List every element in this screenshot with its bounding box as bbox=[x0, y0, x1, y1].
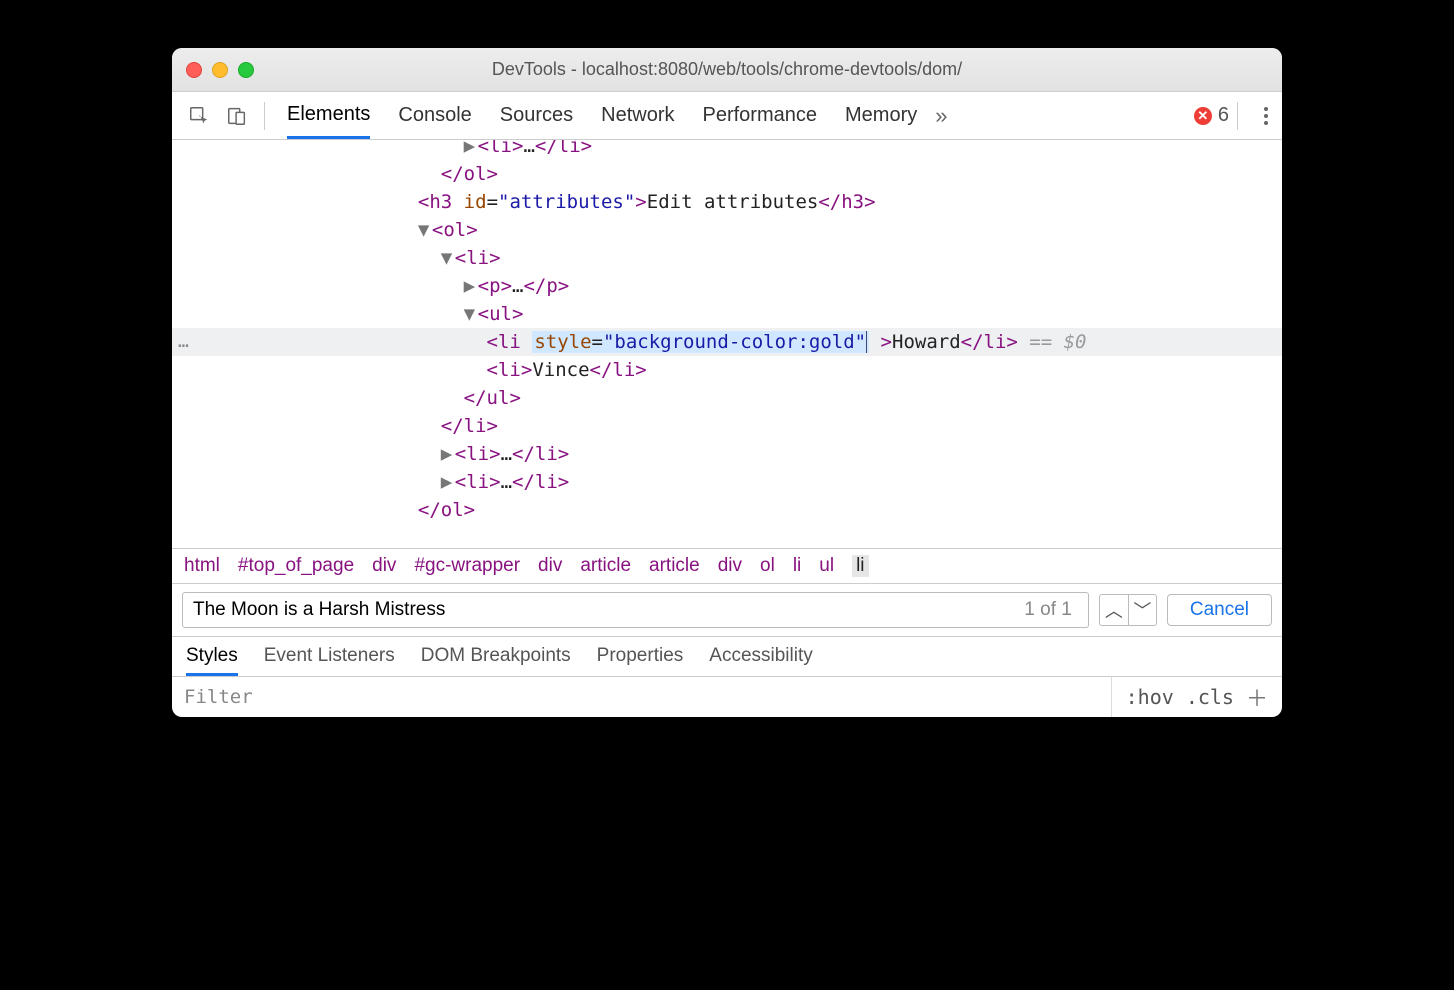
dom-node-selected[interactable]: … <li style="background-color:gold" >How… bbox=[172, 328, 1282, 356]
dom-node[interactable]: </ol> bbox=[172, 160, 1282, 188]
toolbar-separator bbox=[1237, 102, 1238, 130]
subtab-event-listeners[interactable]: Event Listeners bbox=[264, 645, 395, 676]
subtab-accessibility[interactable]: Accessibility bbox=[709, 645, 812, 676]
window-title: DevTools - localhost:8080/web/tools/chro… bbox=[172, 59, 1282, 80]
dom-node[interactable]: <h3 id="attributes">Edit attributes</h3> bbox=[172, 188, 1282, 216]
dom-node[interactable]: </li> bbox=[172, 412, 1282, 440]
cls-toggle[interactable]: .cls bbox=[1186, 685, 1234, 709]
breadcrumb-item[interactable]: #top_of_page bbox=[238, 555, 354, 577]
find-bar: 1 of 1 ︿ ﹀ Cancel bbox=[172, 583, 1282, 636]
dom-node[interactable]: </ol> bbox=[172, 496, 1282, 524]
tab-elements[interactable]: Elements bbox=[287, 92, 370, 139]
breadcrumb-item[interactable]: article bbox=[580, 555, 631, 577]
breadcrumb-item[interactable]: article bbox=[649, 555, 700, 577]
dom-node[interactable]: ▶<li>…</li> bbox=[172, 140, 1282, 160]
error-indicator[interactable]: ✕ 6 bbox=[1194, 104, 1229, 127]
tab-performance[interactable]: Performance bbox=[703, 92, 818, 139]
tab-memory[interactable]: Memory bbox=[845, 92, 917, 139]
toolbar-separator bbox=[264, 102, 265, 130]
dom-node[interactable]: ▶<p>…</p> bbox=[172, 272, 1282, 300]
styles-toolbar: Filter :hov .cls ＋ bbox=[172, 676, 1282, 717]
search-input[interactable] bbox=[193, 599, 1024, 621]
dom-node[interactable]: </ul> bbox=[172, 384, 1282, 412]
error-icon: ✕ bbox=[1194, 107, 1212, 125]
breadcrumb-item[interactable]: div bbox=[718, 555, 742, 577]
breadcrumb-item[interactable]: div bbox=[372, 555, 396, 577]
cancel-button[interactable]: Cancel bbox=[1167, 594, 1272, 626]
subtab-properties[interactable]: Properties bbox=[597, 645, 684, 676]
error-count: 6 bbox=[1218, 104, 1229, 127]
dom-node[interactable]: ▶<li>…</li> bbox=[172, 440, 1282, 468]
breadcrumb-item[interactable]: ul bbox=[819, 555, 834, 577]
breadcrumb-item[interactable]: div bbox=[538, 555, 562, 577]
dom-node[interactable]: ▼<ul> bbox=[172, 300, 1282, 328]
styles-subtabs: Styles Event Listeners DOM Breakpoints Prop… bbox=[172, 636, 1282, 676]
search-nav: ︿ ﹀ bbox=[1099, 594, 1157, 626]
tab-sources[interactable]: Sources bbox=[500, 92, 573, 139]
breadcrumb-item[interactable]: #gc-wrapper bbox=[414, 555, 520, 577]
styles-filter-input[interactable]: Filter bbox=[172, 678, 1111, 716]
subtab-styles[interactable]: Styles bbox=[186, 645, 238, 676]
toggle-device-icon[interactable] bbox=[218, 101, 256, 131]
window-titlebar: DevTools - localhost:8080/web/tools/chro… bbox=[172, 48, 1282, 92]
subtab-dom-breakpoints[interactable]: DOM Breakpoints bbox=[421, 645, 571, 676]
styles-tools: :hov .cls ＋ bbox=[1111, 677, 1282, 717]
search-prev-icon[interactable]: ︿ bbox=[1100, 595, 1128, 625]
dom-node[interactable]: ▼<ol> bbox=[172, 216, 1282, 244]
dom-node[interactable]: <li>Vince</li> bbox=[172, 356, 1282, 384]
search-input-wrap: 1 of 1 bbox=[182, 592, 1089, 628]
breadcrumb-item[interactable]: html bbox=[184, 555, 220, 577]
breadcrumb-item[interactable]: ol bbox=[760, 555, 775, 577]
dom-node[interactable]: ▼<li> bbox=[172, 244, 1282, 272]
panel-tabs: Elements Console Sources Network Performance… bbox=[287, 92, 917, 139]
breadcrumb: html #top_of_page div #gc-wrapper div article… bbox=[172, 548, 1282, 583]
tab-network[interactable]: Network bbox=[601, 92, 674, 139]
new-rule-icon[interactable]: ＋ bbox=[1246, 681, 1268, 713]
breadcrumb-item[interactable]: li bbox=[852, 555, 868, 577]
hov-toggle[interactable]: :hov bbox=[1126, 685, 1174, 709]
ellipsis-icon: … bbox=[178, 328, 189, 356]
settings-menu-icon[interactable] bbox=[1258, 103, 1274, 129]
devtools-window: DevTools - localhost:8080/web/tools/chro… bbox=[172, 48, 1282, 717]
breadcrumb-item[interactable]: li bbox=[793, 555, 801, 577]
more-tabs-icon[interactable]: » bbox=[935, 103, 947, 129]
tab-console[interactable]: Console bbox=[398, 92, 471, 139]
search-next-icon[interactable]: ﹀ bbox=[1128, 595, 1156, 625]
dom-node[interactable]: ▶<li>…</li> bbox=[172, 468, 1282, 496]
dom-tree[interactable]: ▶<li>…</li> </ol> <h3 id="attributes">Ed… bbox=[172, 140, 1282, 548]
main-toolbar: Elements Console Sources Network Performance… bbox=[172, 92, 1282, 140]
inspect-element-icon[interactable] bbox=[180, 101, 218, 131]
search-match-count: 1 of 1 bbox=[1024, 599, 1072, 621]
